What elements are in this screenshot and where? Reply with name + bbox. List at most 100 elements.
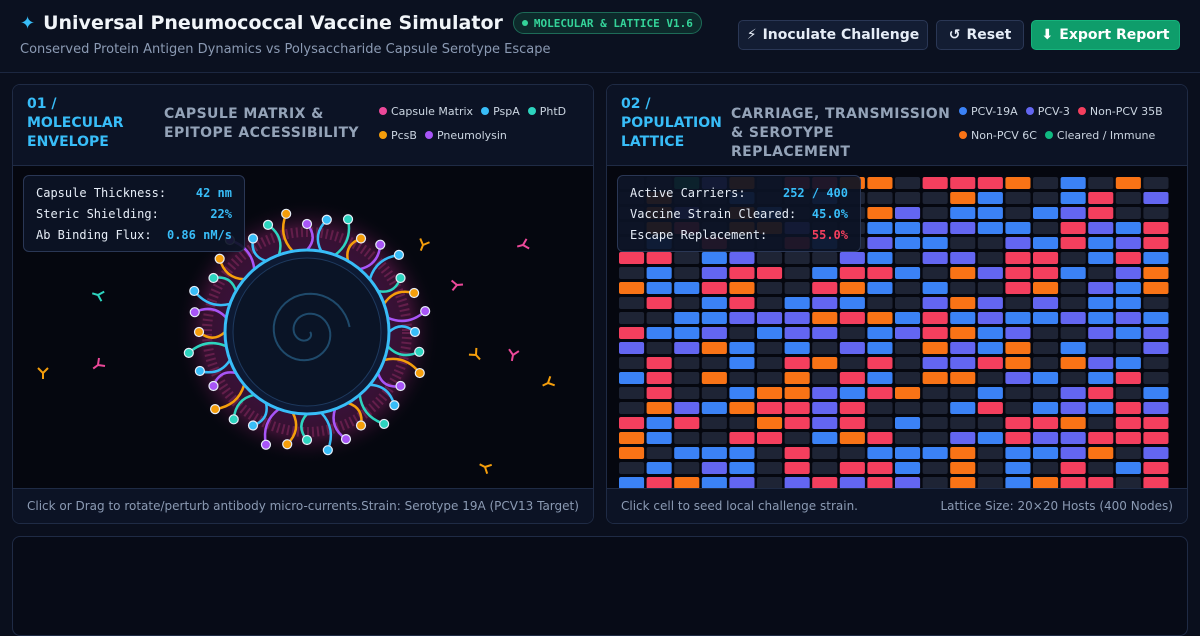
host-cell[interactable] <box>1115 387 1141 399</box>
host-cell[interactable] <box>922 342 948 354</box>
host-cell[interactable] <box>1005 447 1031 459</box>
host-cell[interactable] <box>1033 417 1059 429</box>
host-cell[interactable] <box>867 387 893 399</box>
host-cell[interactable] <box>867 357 893 369</box>
host-cell[interactable] <box>701 402 727 414</box>
host-cell[interactable] <box>867 312 893 324</box>
host-cell[interactable] <box>1143 177 1169 189</box>
lattice-canvas[interactable]: Active Carriers: 252 / 400 Vaccine Strain … <box>607 165 1187 490</box>
host-cell[interactable] <box>646 252 672 264</box>
host-cell[interactable] <box>646 312 672 324</box>
host-cell[interactable] <box>867 402 893 414</box>
host-cell[interactable] <box>1033 222 1059 234</box>
host-cell[interactable] <box>950 462 976 474</box>
host-cell[interactable] <box>784 267 810 279</box>
host-cell[interactable] <box>1143 462 1169 474</box>
host-cell[interactable] <box>646 402 672 414</box>
host-cell[interactable] <box>701 282 727 294</box>
host-cell[interactable] <box>812 342 838 354</box>
host-cell[interactable] <box>784 312 810 324</box>
host-cell[interactable] <box>977 432 1003 444</box>
host-cell[interactable] <box>867 417 893 429</box>
host-cell[interactable] <box>895 267 921 279</box>
host-cell[interactable] <box>895 432 921 444</box>
host-cell[interactable] <box>1060 177 1086 189</box>
host-cell[interactable] <box>1088 267 1114 279</box>
host-cell[interactable] <box>784 342 810 354</box>
host-cell[interactable] <box>895 192 921 204</box>
host-cell[interactable] <box>1005 432 1031 444</box>
host-cell[interactable] <box>1060 312 1086 324</box>
host-cell[interactable] <box>1115 177 1141 189</box>
host-cell[interactable] <box>895 387 921 399</box>
host-cell[interactable] <box>757 327 783 339</box>
host-cell[interactable] <box>977 207 1003 219</box>
host-cell[interactable] <box>729 297 755 309</box>
host-cell[interactable] <box>1088 462 1114 474</box>
host-cell[interactable] <box>812 462 838 474</box>
host-cell[interactable] <box>674 357 700 369</box>
host-cell[interactable] <box>1143 267 1169 279</box>
host-cell[interactable] <box>950 447 976 459</box>
host-cell[interactable] <box>867 342 893 354</box>
host-cell[interactable] <box>895 327 921 339</box>
host-cell[interactable] <box>646 432 672 444</box>
host-cell[interactable] <box>784 372 810 384</box>
host-cell[interactable] <box>1143 357 1169 369</box>
host-cell[interactable] <box>674 252 700 264</box>
host-cell[interactable] <box>1088 297 1114 309</box>
host-cell[interactable] <box>1088 432 1114 444</box>
host-cell[interactable] <box>1115 372 1141 384</box>
host-cell[interactable] <box>950 222 976 234</box>
host-cell[interactable] <box>839 372 865 384</box>
host-cell[interactable] <box>895 312 921 324</box>
host-cell[interactable] <box>1143 297 1169 309</box>
host-cell[interactable] <box>839 432 865 444</box>
host-cell[interactable] <box>757 447 783 459</box>
host-cell[interactable] <box>1033 402 1059 414</box>
host-cell[interactable] <box>895 297 921 309</box>
host-cell[interactable] <box>950 192 976 204</box>
host-cell[interactable] <box>1115 342 1141 354</box>
host-cell[interactable] <box>977 312 1003 324</box>
host-cell[interactable] <box>1033 432 1059 444</box>
host-cell[interactable] <box>757 462 783 474</box>
host-cell[interactable] <box>1143 372 1169 384</box>
host-cell[interactable] <box>674 447 700 459</box>
host-cell[interactable] <box>729 432 755 444</box>
host-cell[interactable] <box>757 432 783 444</box>
host-cell[interactable] <box>922 252 948 264</box>
host-cell[interactable] <box>701 417 727 429</box>
host-cell[interactable] <box>977 237 1003 249</box>
host-cell[interactable] <box>839 402 865 414</box>
host-cell[interactable] <box>729 372 755 384</box>
host-cell[interactable] <box>1143 282 1169 294</box>
host-cell[interactable] <box>646 297 672 309</box>
host-cell[interactable] <box>1005 327 1031 339</box>
host-cell[interactable] <box>729 312 755 324</box>
host-cell[interactable] <box>757 417 783 429</box>
host-cell[interactable] <box>784 432 810 444</box>
host-cell[interactable] <box>729 402 755 414</box>
host-cell[interactable] <box>922 357 948 369</box>
host-cell[interactable] <box>977 222 1003 234</box>
host-cell[interactable] <box>1033 312 1059 324</box>
host-cell[interactable] <box>1005 312 1031 324</box>
host-cell[interactable] <box>784 297 810 309</box>
host-cell[interactable] <box>867 447 893 459</box>
host-cell[interactable] <box>1115 417 1141 429</box>
molecular-canvas[interactable]: Capsule Thickness: 42 nm Steric Shielding:… <box>13 165 593 490</box>
host-cell[interactable] <box>867 297 893 309</box>
host-cell[interactable] <box>1143 402 1169 414</box>
host-cell[interactable] <box>1060 222 1086 234</box>
host-cell[interactable] <box>895 237 921 249</box>
host-cell[interactable] <box>757 312 783 324</box>
host-cell[interactable] <box>950 342 976 354</box>
host-cell[interactable] <box>784 252 810 264</box>
host-cell[interactable] <box>1143 207 1169 219</box>
host-cell[interactable] <box>619 312 645 324</box>
host-cell[interactable] <box>729 447 755 459</box>
host-cell[interactable] <box>950 207 976 219</box>
host-cell[interactable] <box>701 462 727 474</box>
host-cell[interactable] <box>701 387 727 399</box>
